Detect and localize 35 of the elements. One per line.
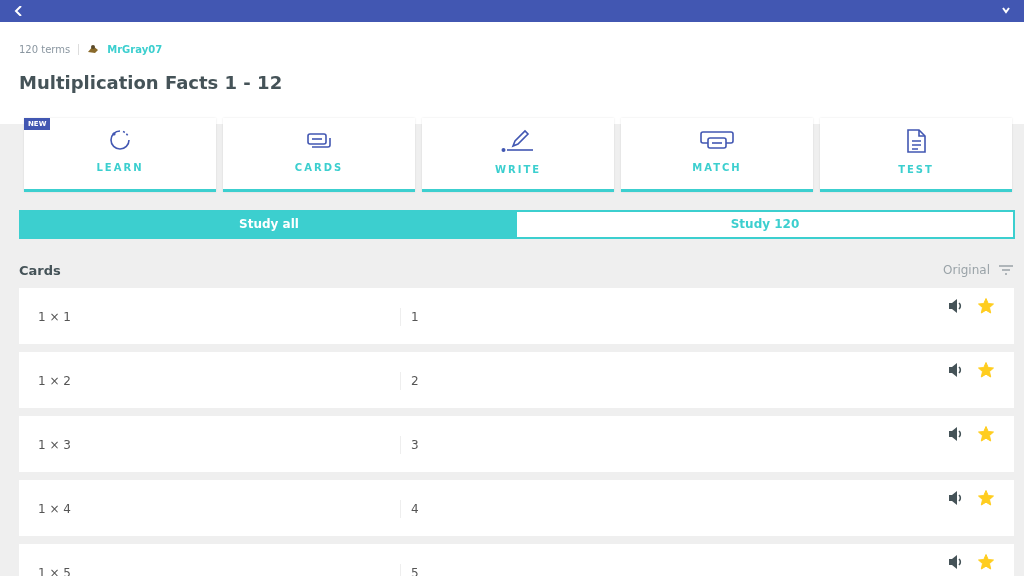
star-icon[interactable]: [978, 426, 994, 443]
back-icon[interactable]: [14, 6, 24, 16]
term-text: 1 × 4: [19, 500, 401, 519]
study-tab[interactable]: Study all: [21, 211, 517, 237]
speaker-icon[interactable]: [948, 426, 964, 443]
study-tab[interactable]: Study 120: [517, 211, 1013, 237]
section-title: Cards: [19, 261, 61, 280]
document-icon: [905, 127, 927, 154]
set-title: Multiplication Facts 1 - 12: [19, 72, 284, 94]
study-mode-card[interactable]: MATCH: [621, 117, 813, 192]
star-icon[interactable]: [978, 362, 994, 379]
term-text: 1 × 3: [19, 436, 401, 455]
avatar-icon: [87, 44, 100, 54]
star-icon[interactable]: [978, 490, 994, 507]
term-text: 1 × 1: [19, 308, 401, 327]
study-mode-card[interactable]: TEST: [820, 117, 1012, 192]
definition-text: 2: [410, 373, 420, 391]
loop-icon: [108, 127, 132, 152]
speaker-icon[interactable]: [948, 554, 964, 571]
chevron-icon[interactable]: [1002, 7, 1010, 15]
speaker-icon[interactable]: [948, 490, 964, 507]
definition-text: 1: [410, 309, 420, 327]
star-icon[interactable]: [978, 554, 994, 571]
study-mode-card[interactable]: WRITE: [422, 117, 614, 192]
definition-text: 3: [410, 437, 420, 455]
study-mode-card[interactable]: CARDS: [223, 117, 415, 192]
star-icon[interactable]: [978, 298, 994, 315]
speaker-icon[interactable]: [948, 362, 964, 379]
pen-icon: [501, 127, 535, 154]
definition-text: 4: [410, 501, 420, 519]
term-text: 1 × 2: [19, 372, 401, 391]
speaker-icon[interactable]: [948, 298, 964, 315]
author-link[interactable]: MrGray07: [107, 41, 163, 57]
term-count: 120 terms: [19, 42, 71, 57]
sort-label[interactable]: Original: [943, 261, 990, 280]
